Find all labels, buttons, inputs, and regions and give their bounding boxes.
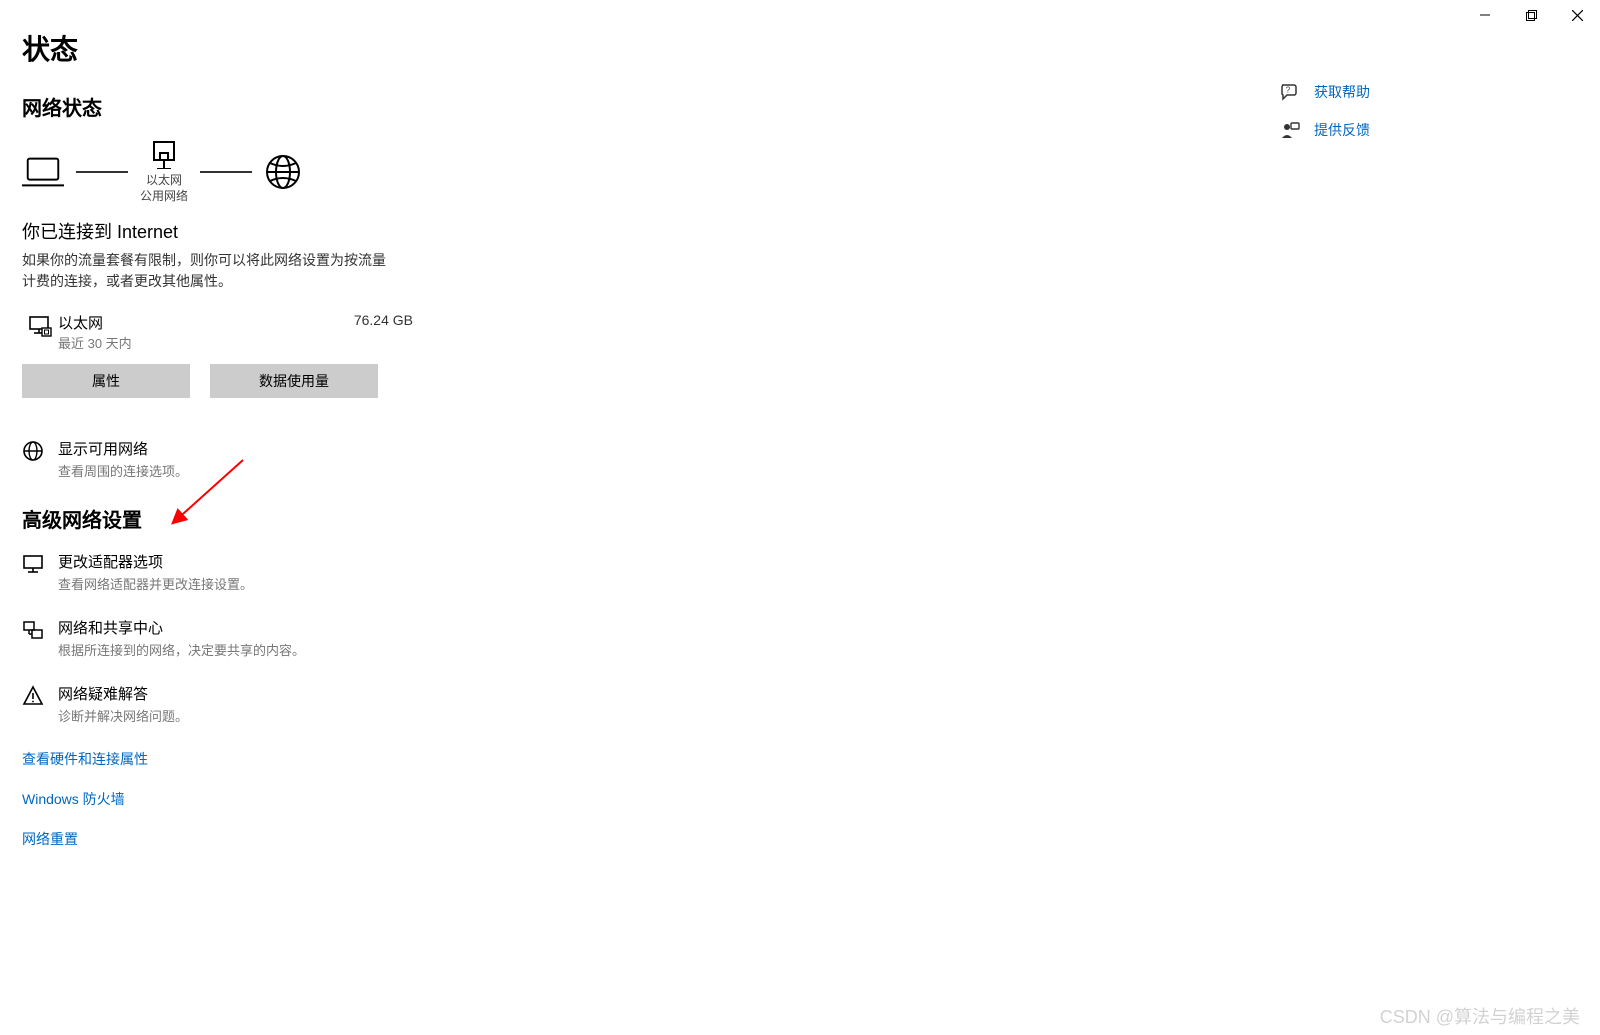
network-diagram: 以太网 公用网络 bbox=[22, 139, 782, 204]
globe-icon bbox=[264, 153, 302, 191]
router-icon: 以太网 公用网络 bbox=[140, 139, 188, 204]
svg-text:?: ? bbox=[1286, 86, 1291, 95]
network-sharing-center[interactable]: 网络和共享中心 根据所连接到的网络，决定要共享的内容。 bbox=[22, 617, 782, 659]
section-advanced: 高级网络设置 bbox=[22, 504, 782, 533]
section-network-status: 网络状态 bbox=[22, 92, 782, 121]
diagram-connector bbox=[200, 171, 252, 173]
data-usage-button[interactable]: 数据使用量 bbox=[210, 364, 378, 398]
monitor-icon bbox=[22, 551, 58, 575]
feedback-person-icon bbox=[1280, 121, 1300, 139]
get-help-link[interactable]: ? 获取帮助 bbox=[1280, 82, 1370, 102]
diagram-ethernet-label: 以太网 公用网络 bbox=[140, 173, 188, 204]
ethernet-name: 以太网 bbox=[58, 312, 132, 333]
adapter-options-sub: 查看网络适配器并更改连接设置。 bbox=[58, 574, 253, 593]
show-networks-title: 显示可用网络 bbox=[58, 438, 188, 459]
help-chat-icon: ? bbox=[1280, 83, 1300, 101]
close-button[interactable] bbox=[1554, 0, 1600, 30]
page-title: 状态 bbox=[22, 28, 1578, 68]
troubleshoot-title: 网络疑难解答 bbox=[58, 683, 188, 704]
windows-firewall-link[interactable]: Windows 防火墙 bbox=[22, 789, 782, 809]
aside-links: ? 获取帮助 提供反馈 bbox=[1280, 82, 1370, 140]
troubleshoot-sub: 诊断并解决网络问题。 bbox=[58, 706, 188, 725]
network-troubleshoot[interactable]: 网络疑难解答 诊断并解决网络问题。 bbox=[22, 683, 782, 725]
maximize-button[interactable] bbox=[1508, 0, 1554, 30]
sharing-center-sub: 根据所连接到的网络，决定要共享的内容。 bbox=[58, 640, 305, 659]
ethernet-period: 最近 30 天内 bbox=[58, 333, 132, 352]
give-feedback-link[interactable]: 提供反馈 bbox=[1280, 120, 1370, 140]
properties-button[interactable]: 属性 bbox=[22, 364, 190, 398]
show-networks-sub: 查看周围的连接选项。 bbox=[58, 461, 188, 480]
network-reset-link[interactable]: 网络重置 bbox=[22, 829, 782, 849]
ethernet-row: 以太网 最近 30 天内 76.24 GB bbox=[22, 312, 782, 352]
hardware-properties-link[interactable]: 查看硬件和连接属性 bbox=[22, 749, 782, 769]
connected-heading: 你已连接到 Internet bbox=[22, 218, 782, 244]
network-share-icon bbox=[22, 617, 58, 641]
window-controls bbox=[1462, 0, 1600, 30]
minimize-button[interactable] bbox=[1462, 0, 1508, 30]
watermark: CSDN @算法与编程之美 bbox=[1380, 1003, 1580, 1029]
ethernet-monitor-icon bbox=[22, 312, 58, 338]
ethernet-usage: 76.24 GB bbox=[354, 312, 413, 352]
change-adapter-options[interactable]: 更改适配器选项 查看网络适配器并更改连接设置。 bbox=[22, 551, 782, 593]
connected-description: 如果你的流量套餐有限制，则你可以将此网络设置为按流量计费的连接，或者更改其他属性… bbox=[22, 250, 392, 292]
diagram-connector bbox=[76, 171, 128, 173]
adapter-options-title: 更改适配器选项 bbox=[58, 551, 253, 572]
sharing-center-title: 网络和共享中心 bbox=[58, 617, 305, 638]
laptop-icon bbox=[22, 154, 64, 190]
globe-small-icon bbox=[22, 438, 58, 462]
warning-icon bbox=[22, 683, 58, 707]
show-available-networks[interactable]: 显示可用网络 查看周围的连接选项。 bbox=[22, 438, 782, 480]
